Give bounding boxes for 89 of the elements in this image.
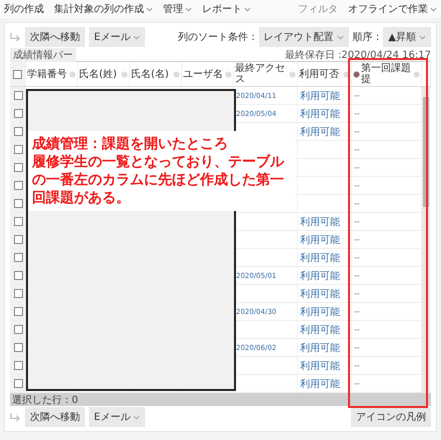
caret-icon [133, 414, 140, 420]
grade-cell[interactable]: -- [354, 217, 360, 226]
availability-link[interactable]: 利用可能 [300, 304, 340, 318]
grade-cell[interactable]: -- [354, 271, 360, 280]
availability-link[interactable]: 利用可能 [300, 322, 340, 336]
availability-link[interactable]: 利用可能 [300, 88, 340, 102]
grade-cell[interactable]: -- [354, 307, 360, 316]
checkbox[interactable] [14, 163, 23, 172]
grade-cell[interactable]: -- [354, 379, 360, 388]
grade-cell[interactable]: -- [354, 361, 360, 370]
info-bar[interactable]: 成績情報バー [10, 48, 76, 62]
column-header[interactable]: 利用可否 [299, 68, 342, 80]
checkbox[interactable] [14, 181, 23, 190]
checkbox[interactable] [14, 127, 23, 136]
caret-icon [430, 6, 437, 12]
grade-cell[interactable]: -- [354, 253, 360, 262]
annotation-text: 成績管理：課題を開いたところ [32, 135, 229, 153]
status-icon [353, 70, 360, 78]
checkbox[interactable] [14, 145, 23, 154]
icon-legend-button[interactable]: アイコンの凡例 [351, 407, 431, 427]
caret-icon [336, 34, 344, 40]
menu-item[interactable]: 集計対象の列の作成 [54, 2, 153, 16]
column-header[interactable]: 氏名(姓) [79, 68, 120, 80]
toolbar-button[interactable]: 次隣へ移動 [25, 27, 85, 47]
menu-item[interactable]: 列の作成 [4, 2, 44, 16]
checkbox[interactable] [14, 379, 23, 388]
sort-dropdown[interactable]: レイアウト配置 [258, 27, 349, 47]
checkbox[interactable] [14, 343, 23, 352]
checkbox[interactable] [14, 307, 23, 316]
arrow-icon [10, 412, 21, 422]
availability-link[interactable]: 利用可能 [300, 232, 340, 246]
checkbox[interactable] [14, 199, 23, 208]
column-menu-icon[interactable] [343, 70, 350, 78]
checkbox[interactable] [13, 70, 22, 78]
checkbox[interactable] [14, 361, 23, 370]
grade-cell[interactable]: -- [354, 343, 360, 352]
grade-cell[interactable]: -- [354, 181, 360, 190]
column-header[interactable]: ユーザ名 [183, 68, 224, 80]
checkbox[interactable] [14, 109, 23, 118]
grade-cell[interactable]: -- [354, 145, 360, 154]
availability-link[interactable]: 利用可能 [300, 214, 340, 228]
checkbox[interactable] [14, 289, 23, 298]
checkbox[interactable] [14, 271, 23, 280]
checkbox[interactable] [14, 235, 23, 244]
order-dropdown[interactable]: ▲昇順 [383, 27, 431, 47]
column-header[interactable]: 第一回課題提 [361, 63, 412, 85]
availability-link[interactable]: 利用可能 [300, 124, 340, 138]
sort-label: 列のソート条件 : [178, 31, 255, 44]
column-header[interactable]: 最終アクセス [235, 63, 288, 85]
annotation-text: 履修学生の一覧となっており、テーブル [32, 153, 286, 171]
grade-cell[interactable]: -- [354, 325, 360, 334]
menu-item[interactable]: フィルタ [298, 2, 338, 16]
toolbar-button[interactable]: Eメール [89, 407, 146, 427]
grade-cell[interactable]: -- [354, 199, 360, 208]
annotation-text: 回課題がある。 [32, 189, 131, 207]
checkbox[interactable] [14, 91, 23, 100]
grade-cell[interactable]: -- [354, 127, 360, 136]
order-label: 順序 : [352, 30, 380, 44]
grade-cell[interactable]: -- [354, 109, 360, 118]
menu-item[interactable]: レポート [202, 2, 251, 16]
selection-status: 選択した行 : 0 [12, 394, 78, 406]
column-header[interactable]: 学籍番号 [27, 68, 68, 80]
grade-cell[interactable]: -- [354, 91, 360, 100]
availability-link[interactable]: 利用可能 [300, 340, 340, 354]
grade-cell[interactable]: -- [354, 235, 360, 244]
arrow-icon [10, 32, 21, 42]
caret-icon [185, 6, 192, 12]
toolbar-button[interactable]: Eメール [89, 27, 146, 47]
menu-item[interactable]: 管理 [163, 2, 192, 16]
menu-item[interactable]: オフラインで作業 [348, 2, 437, 16]
grade-cell[interactable]: -- [354, 289, 360, 298]
grade-cell[interactable]: -- [354, 163, 360, 172]
annotation-text: の一番左のカラムに先ほど作成した第一 [32, 171, 285, 189]
checkbox[interactable] [14, 325, 23, 334]
caret-icon [146, 6, 153, 12]
availability-link[interactable]: 利用可能 [300, 376, 340, 390]
availability-link[interactable]: 利用可能 [300, 268, 340, 282]
column-header[interactable]: 氏名(名) [131, 68, 172, 80]
availability-link[interactable]: 利用可能 [300, 358, 340, 372]
checkbox[interactable] [14, 217, 23, 226]
availability-link[interactable]: 利用可能 [300, 286, 340, 300]
availability-link[interactable]: 利用可能 [300, 106, 340, 120]
caret-icon [244, 6, 251, 12]
caret-icon [419, 34, 426, 40]
caret-icon [133, 34, 140, 40]
availability-link[interactable]: 利用可能 [300, 250, 340, 264]
checkbox[interactable] [14, 253, 23, 262]
toolbar-button[interactable]: 次隣へ移動 [25, 407, 85, 427]
last-saved: 最終保存日 :2020/04/24 16:17 [284, 48, 431, 62]
